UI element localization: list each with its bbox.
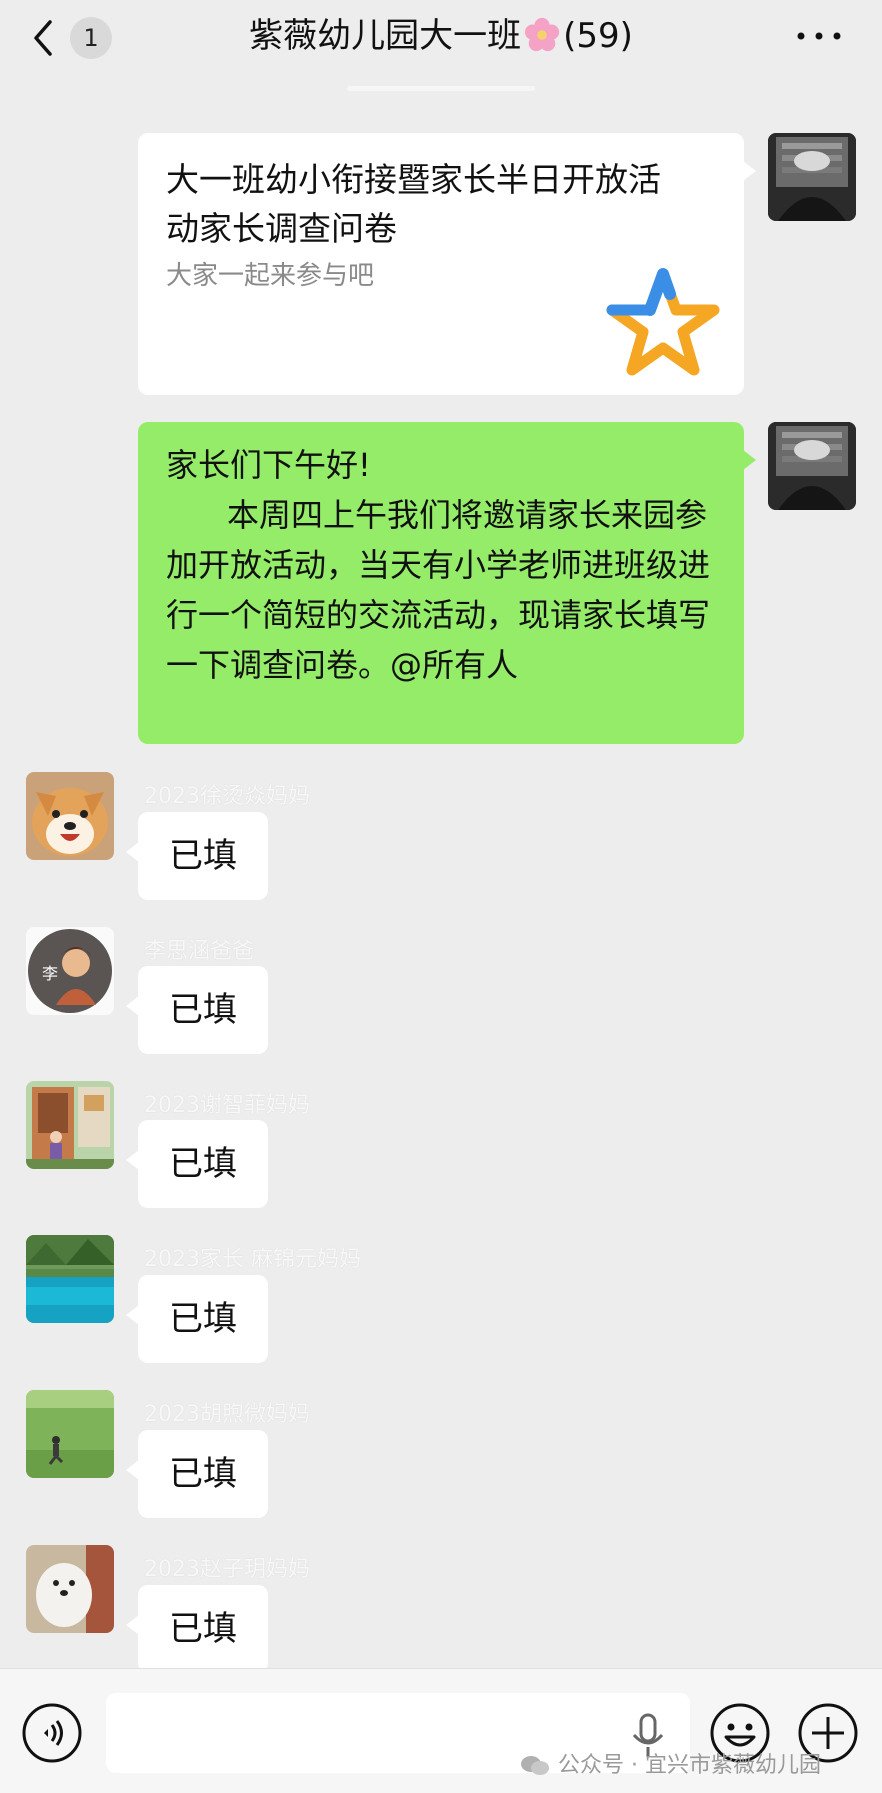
avatar-li-illustration[interactable]: 李 — [26, 927, 114, 1015]
ellipsis-icon — [797, 32, 841, 40]
message-text: 已填 — [169, 1454, 237, 1494]
my-avatar[interactable] — [768, 422, 856, 510]
announcement-text: 家长们下午好! 本周四上午我们将邀请家长来园参加开放活动，当天有小学老师进班级进… — [166, 446, 711, 684]
message-text: 已填 — [169, 1299, 237, 1339]
chat-title: 紫薇幼儿园大一班 (59) — [0, 10, 882, 62]
watermark: 公众号 · 宜兴市紫薇幼儿园 — [520, 1747, 821, 1779]
message-bubble[interactable]: 已填 — [126, 812, 268, 900]
sender-name: 2023家长 麻锦元妈妈 — [144, 1247, 361, 1272]
avatar-lake[interactable] — [26, 1235, 114, 1323]
star-icon — [604, 266, 722, 378]
message-text: 已填 — [169, 1609, 237, 1649]
my-avatar[interactable] — [768, 133, 856, 221]
survey-card-message[interactable]: 大一班幼小衔接暨家长半日开放活动家长调查问卷 大家一起来参与吧 — [138, 133, 756, 395]
input-bar: 公众号 · 宜兴市紫薇幼儿园 — [0, 1668, 882, 1793]
avatar-white-dog[interactable] — [26, 1545, 114, 1633]
sender-name: 2023赵子玥妈妈 — [144, 1557, 310, 1582]
avatar-storefront[interactable] — [26, 1081, 114, 1169]
message-text: 已填 — [169, 836, 237, 876]
voice-icon — [22, 1703, 82, 1763]
card-title: 大一班幼小衔接暨家长半日开放活动家长调查问卷 — [166, 160, 661, 248]
scroll-indicator — [347, 86, 535, 91]
message-text: 已填 — [169, 990, 237, 1030]
message-bubble[interactable]: 已填 — [126, 966, 268, 1054]
more-options-button[interactable] — [794, 24, 844, 48]
chat-header: 1 紫薇幼儿园大一班 (59) — [0, 0, 882, 78]
watermark-text: 公众号 · 宜兴市紫薇幼儿园 — [558, 1753, 821, 1778]
avatar-glyph: 李 — [42, 964, 58, 983]
chat-member-count: (59) — [563, 16, 633, 56]
message-bubble[interactable]: 已填 — [126, 1430, 268, 1518]
card-description: 大家一起来参与吧 — [166, 261, 375, 291]
wechat-logo-icon — [521, 1756, 549, 1775]
announcement-message[interactable]: 家长们下午好! 本周四上午我们将邀请家长来园参加开放活动，当天有小学老师进班级进… — [138, 422, 756, 744]
sender-name: 2023胡煦微妈妈 — [144, 1402, 310, 1427]
message-bubble[interactable]: 已填 — [126, 1120, 268, 1208]
chat-title-name: 紫薇幼儿园大一班 — [249, 16, 522, 56]
sender-name: 2023谢智菲妈妈 — [144, 1093, 310, 1118]
sender-name: 李思涵爸爸 — [144, 939, 255, 964]
avatar-shiba-dog[interactable] — [26, 772, 114, 860]
avatar-grass-field[interactable] — [26, 1390, 114, 1478]
message-text: 已填 — [169, 1144, 237, 1184]
message-bubble[interactable]: 已填 — [126, 1585, 268, 1673]
sender-name: 2023徐烫焱妈妈 — [144, 784, 310, 809]
message-bubble[interactable]: 已填 — [126, 1275, 268, 1363]
voice-button[interactable] — [20, 1701, 84, 1765]
flower-icon — [524, 17, 560, 52]
